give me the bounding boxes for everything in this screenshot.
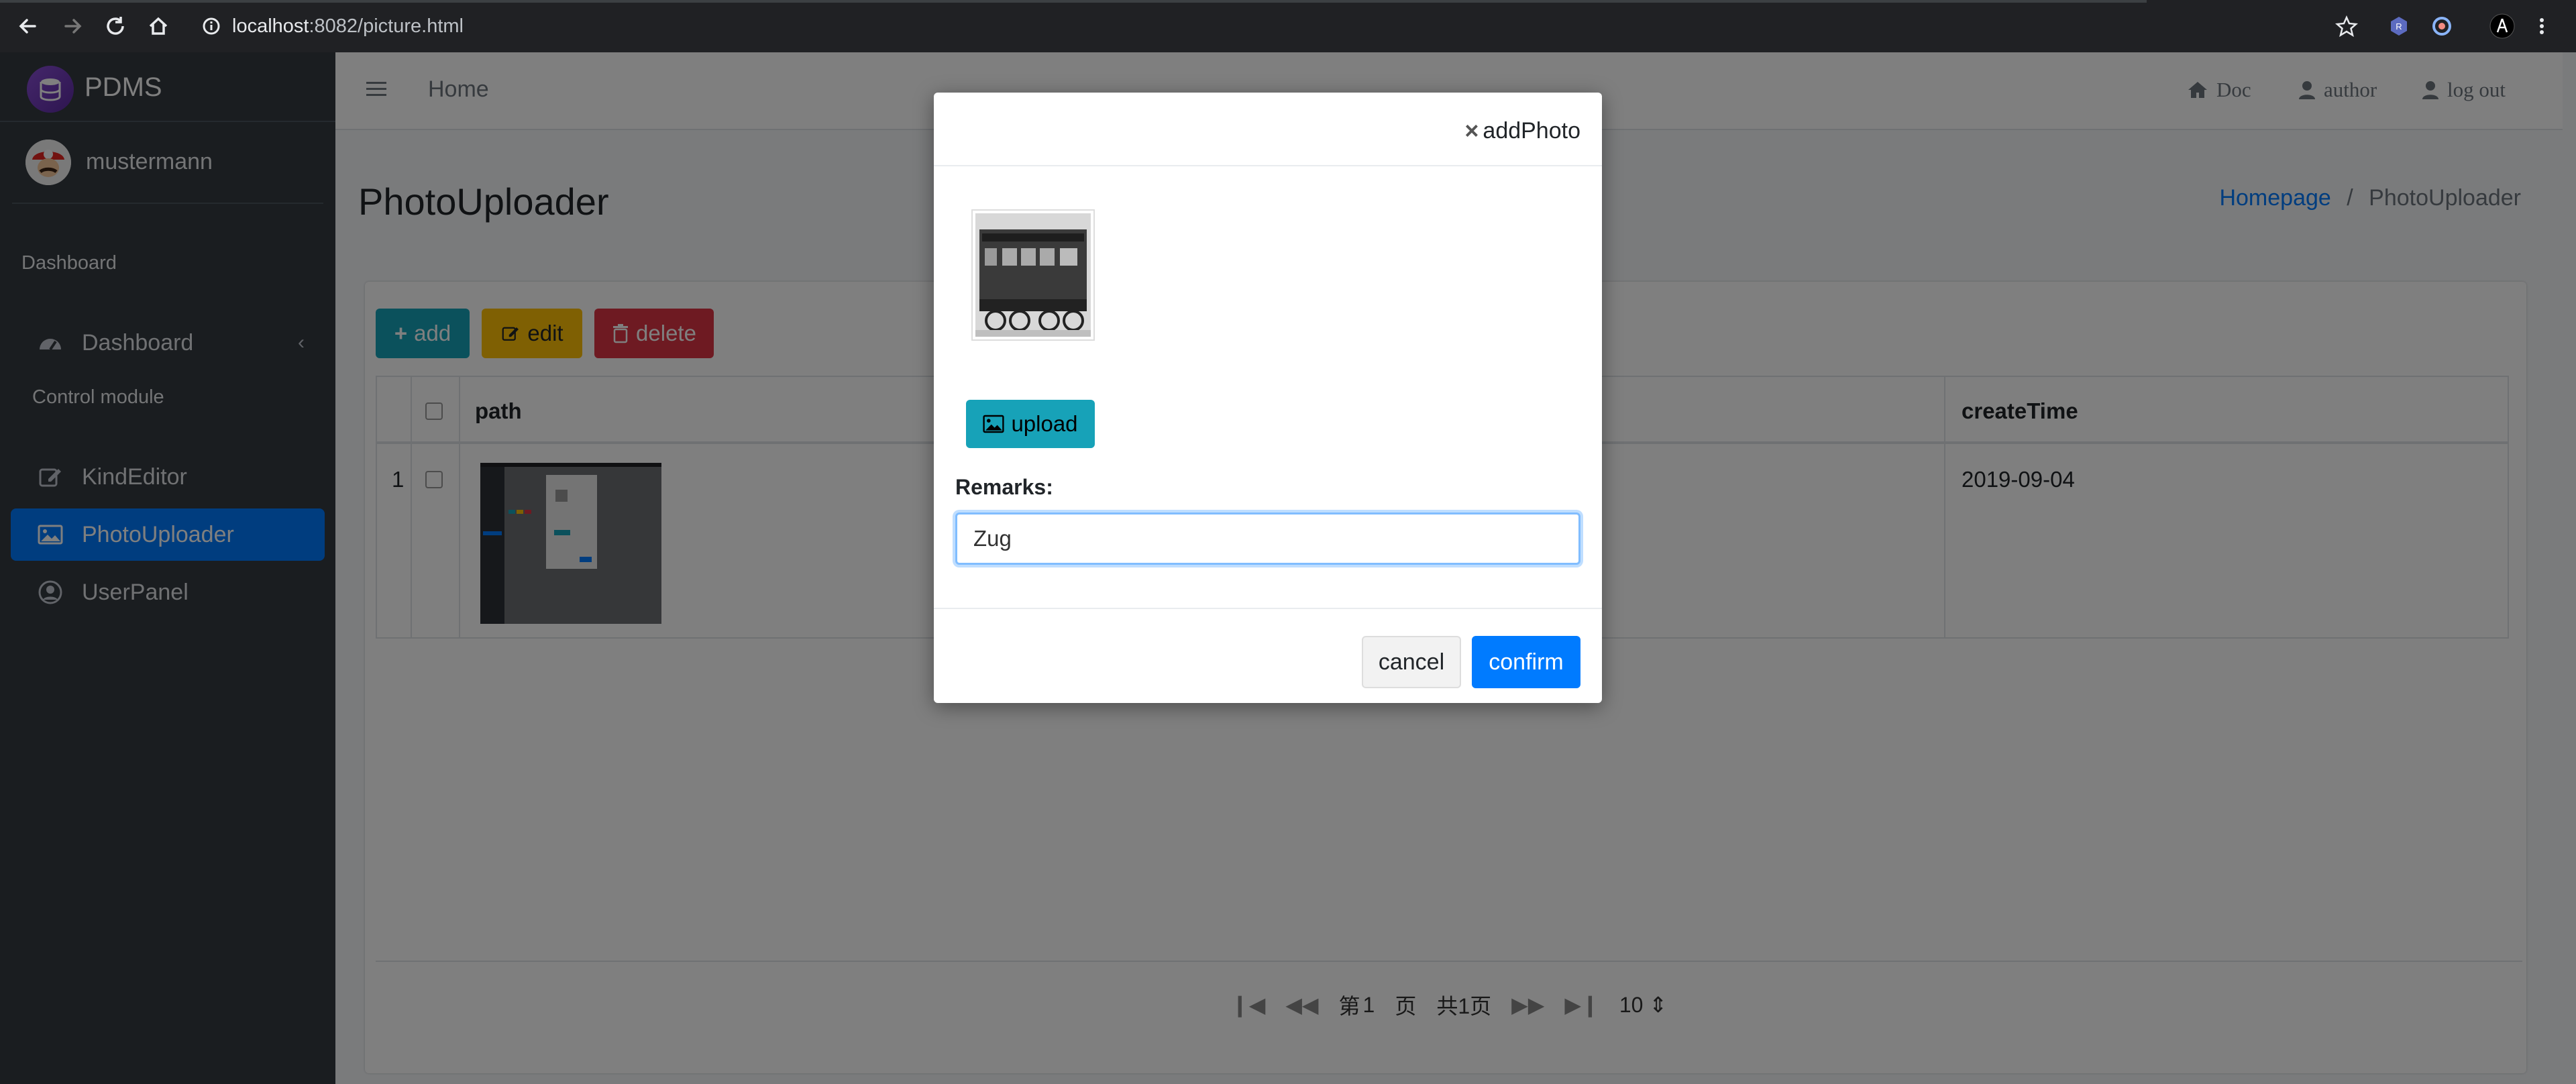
confirm-button[interactable]: confirm (1472, 636, 1580, 688)
confirm-button-label: confirm (1489, 649, 1564, 675)
modal-title-bar: × addPhoto (1464, 117, 1580, 145)
extension-translate-icon[interactable] (2428, 13, 2455, 40)
upload-button-label: upload (1011, 411, 1078, 436)
reload-icon[interactable] (102, 13, 129, 40)
photo-preview (971, 209, 1095, 341)
url-host: localhost (232, 15, 309, 37)
loading-bar (0, 0, 2147, 3)
forward-icon[interactable] (59, 13, 86, 40)
image-icon (983, 415, 1005, 433)
extension-r-icon[interactable]: R (2385, 13, 2412, 40)
remarks-label: Remarks: (955, 475, 1053, 499)
info-icon[interactable] (201, 13, 221, 40)
modal-title: addPhoto (1483, 117, 1580, 144)
add-photo-modal: × addPhoto upload Remarks: cancel (934, 93, 1602, 703)
modal-footer: cancel confirm (934, 608, 1602, 703)
bookmark-star-icon[interactable] (2333, 13, 2360, 40)
url-path: :8082/picture.html (309, 15, 464, 37)
menu-kebab-icon[interactable] (2532, 13, 2552, 40)
cancel-button-label: cancel (1378, 649, 1445, 675)
upload-button[interactable]: upload (966, 400, 1095, 448)
back-icon[interactable] (15, 13, 42, 40)
home-icon[interactable] (145, 13, 172, 40)
profile-avatar-icon[interactable] (2489, 13, 2516, 40)
remarks-input[interactable] (955, 512, 1580, 565)
browser-chrome: localhost:8082/picture.html R (0, 0, 2576, 52)
close-icon[interactable]: × (1464, 117, 1479, 145)
svg-text:R: R (2396, 21, 2402, 32)
cancel-button[interactable]: cancel (1362, 636, 1461, 688)
modal-header: × addPhoto (934, 93, 1602, 166)
address-bar[interactable]: localhost:8082/picture.html (232, 11, 464, 42)
